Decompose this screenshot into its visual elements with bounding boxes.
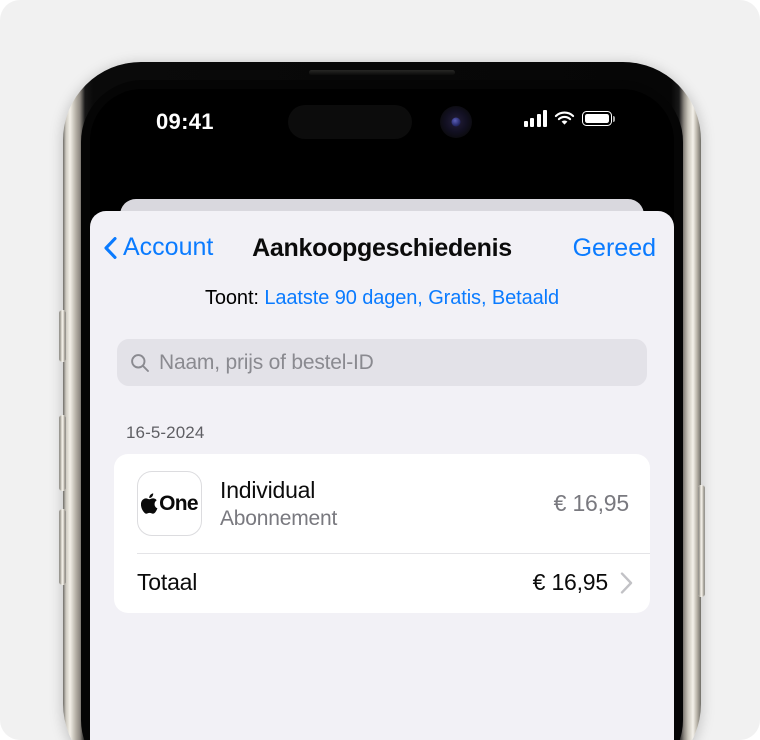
total-price: € 16,95 bbox=[532, 569, 609, 595]
status-bar: 09:41 bbox=[90, 89, 674, 155]
battery-icon bbox=[582, 111, 616, 126]
status-bar-indicators bbox=[523, 110, 616, 127]
front-camera-icon bbox=[440, 106, 472, 138]
apple-logo-icon bbox=[141, 493, 158, 514]
dynamic-island[interactable] bbox=[288, 105, 412, 139]
purchase-subtitle: Abonnement bbox=[220, 506, 338, 530]
back-button-label: Account bbox=[123, 233, 214, 261]
device-screen: 09:41 Account Aankoopgeschiedenis Gereed… bbox=[90, 89, 674, 740]
purchase-card: One Individual Abonnement € 16,95 Totaal… bbox=[114, 454, 650, 613]
volume-up-button[interactable] bbox=[59, 415, 66, 491]
apple-one-wordmark: One bbox=[159, 491, 198, 515]
page-title: Aankoopgeschiedenis bbox=[252, 234, 512, 262]
navigation-bar: Account Aankoopgeschiedenis Gereed bbox=[90, 211, 674, 283]
filter-prefix-label: Toont: bbox=[204, 287, 259, 309]
apple-one-icon: One bbox=[137, 471, 202, 536]
action-button[interactable] bbox=[59, 310, 66, 362]
filter-value-button[interactable]: Laatste 90 dagen, Gratis, Betaald bbox=[264, 287, 559, 309]
date-section-header: 16-5-2024 bbox=[126, 423, 205, 442]
page-canvas: 09:41 Account Aankoopgeschiedenis Gereed… bbox=[0, 0, 760, 740]
search-placeholder: Naam, prijs of bestel-ID bbox=[159, 350, 374, 374]
list-item[interactable]: One Individual Abonnement € 16,95 bbox=[114, 454, 650, 553]
signal-bars-icon bbox=[523, 110, 547, 127]
total-label: Totaal bbox=[137, 569, 198, 595]
filter-summary: Toont: Laatste 90 dagen, Gratis, Betaald bbox=[90, 283, 674, 310]
purchase-history-sheet: Account Aankoopgeschiedenis Gereed Toont… bbox=[90, 211, 674, 740]
wifi-icon bbox=[554, 111, 575, 125]
status-bar-clock: 09:41 bbox=[156, 109, 214, 134]
search-container: Naam, prijs of bestel-ID bbox=[90, 310, 674, 386]
purchase-details: Individual Abonnement bbox=[220, 476, 536, 531]
search-input[interactable]: Naam, prijs of bestel-ID bbox=[117, 339, 647, 386]
power-button[interactable] bbox=[698, 485, 705, 597]
total-row[interactable]: Totaal € 16,95 bbox=[114, 554, 650, 613]
purchase-title: Individual bbox=[220, 477, 316, 504]
chevron-right-icon bbox=[620, 571, 633, 594]
chevron-left-icon bbox=[104, 236, 117, 259]
iphone-device-frame: 09:41 Account Aankoopgeschiedenis Gereed… bbox=[59, 62, 705, 740]
back-button[interactable]: Account bbox=[104, 233, 213, 262]
purchase-price: € 16,95 bbox=[553, 490, 630, 516]
done-button[interactable]: Gereed bbox=[573, 234, 656, 263]
earpiece-speaker-grille bbox=[309, 70, 455, 75]
search-icon bbox=[131, 353, 149, 372]
volume-down-button[interactable] bbox=[59, 509, 66, 585]
